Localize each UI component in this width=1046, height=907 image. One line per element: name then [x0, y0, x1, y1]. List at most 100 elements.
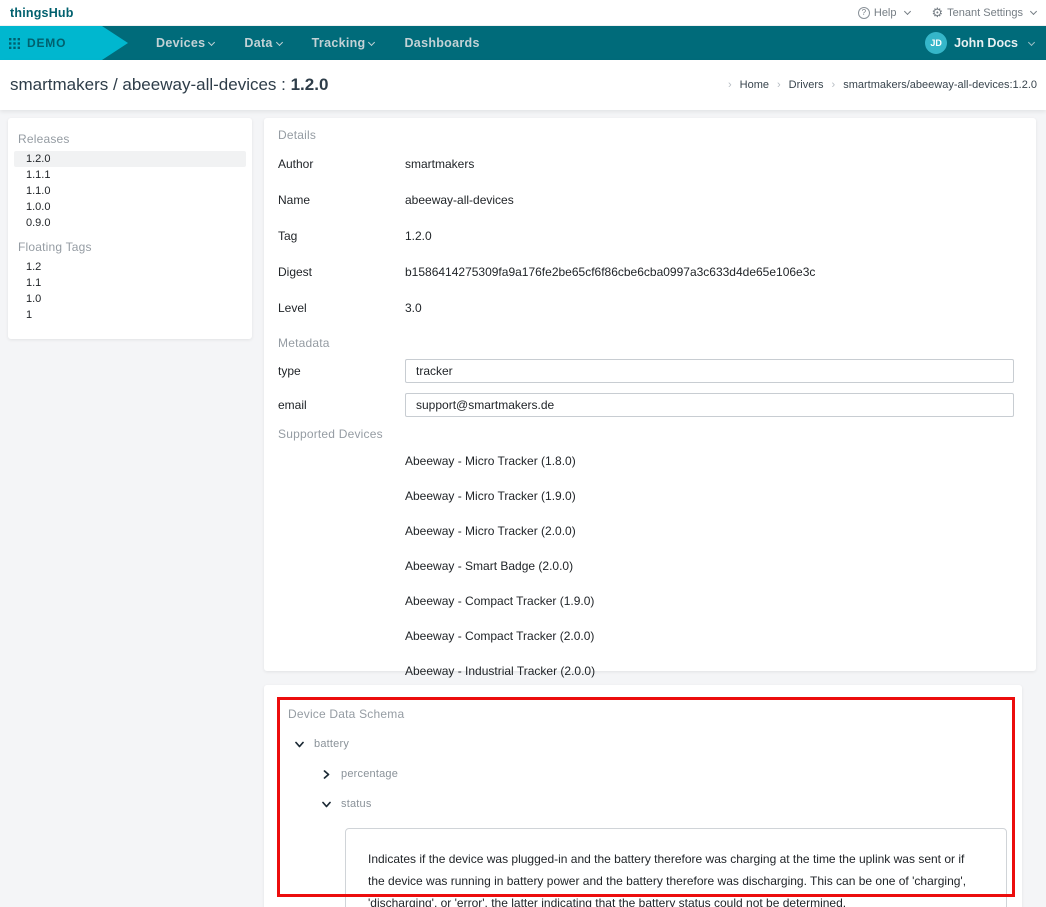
release-item[interactable]: 1.0.0: [14, 199, 246, 215]
details-heading: Details: [278, 128, 1022, 142]
nav-item[interactable]: Data: [244, 36, 281, 50]
chevron-down-icon: [276, 39, 283, 46]
detail-row: Tag 1.2.0: [278, 218, 1022, 254]
metadata-fields: type email: [278, 359, 1022, 417]
avatar: JD: [925, 32, 947, 54]
detail-value: smartmakers: [405, 157, 474, 171]
workspace-switcher[interactable]: DEMO: [0, 26, 128, 60]
help-icon: ?: [858, 7, 870, 19]
nav-item-label: Dashboards: [404, 36, 479, 50]
detail-label: Name: [278, 193, 405, 207]
help-menu[interactable]: ? Help: [858, 7, 910, 19]
metadata-label: type: [278, 364, 405, 378]
detail-value: 1.2.0: [405, 229, 432, 243]
floating-tag-item[interactable]: 1: [14, 307, 246, 323]
supported-device-item: Abeeway - Industrial Tracker (2.0.0): [405, 664, 1022, 678]
schema-tree-node[interactable]: percentage: [322, 768, 998, 780]
supported-device-item: Abeeway - Micro Tracker (2.0.0): [405, 524, 1022, 538]
tree-chevron-icon[interactable]: [322, 800, 331, 809]
tenant-settings-menu[interactable]: ⚙ Tenant Settings: [932, 7, 1037, 19]
workspace-name: DEMO: [27, 36, 66, 50]
tree-chevron-icon[interactable]: [295, 740, 304, 749]
floating-tag-item[interactable]: 1.2: [14, 259, 246, 275]
breadcrumb-item[interactable]: Drivers: [769, 79, 824, 91]
schema-node-label: status: [341, 798, 372, 810]
metadata-row: email: [278, 393, 1022, 417]
nav-item-label: Tracking: [312, 36, 366, 50]
metadata-input[interactable]: [405, 393, 1014, 417]
page-title-version: 1.2.0: [291, 75, 329, 94]
tenant-settings-label: Tenant Settings: [947, 7, 1023, 19]
release-item[interactable]: 1.1.0: [14, 183, 246, 199]
user-name: John Docs: [954, 36, 1018, 50]
main-nav: DEMO Devices Data Tracking Dashboards JD…: [0, 26, 1046, 60]
releases-heading: Releases: [8, 132, 252, 146]
supported-device-item: Abeeway - Smart Badge (2.0.0): [405, 559, 1022, 573]
releases-list: 1.2.0 1.1.1 1.1.0 1.0.0 0.9.0: [8, 151, 252, 231]
schema-tree-node[interactable]: battery: [295, 738, 998, 750]
status-description-box: Indicates if the device was plugged-in a…: [345, 828, 1007, 907]
detail-label: Author: [278, 157, 405, 171]
detail-row: Author smartmakers: [278, 146, 1022, 182]
chevron-down-icon: [1030, 8, 1037, 15]
detail-row: Level 3.0: [278, 290, 1022, 326]
supported-device-item: Abeeway - Micro Tracker (1.9.0): [405, 489, 1022, 503]
release-item[interactable]: 0.9.0: [14, 215, 246, 231]
chevron-down-icon: [1028, 38, 1035, 45]
detail-value: 3.0: [405, 301, 422, 315]
breadcrumb: Home Drivers smartmakers/abeeway-all-dev…: [720, 79, 1037, 91]
user-menu[interactable]: JD John Docs: [925, 32, 1046, 54]
nav-item[interactable]: Dashboards: [404, 36, 479, 50]
detail-row: Digest b1586414275309fa9a176fe2be65cf6f8…: [278, 254, 1022, 290]
release-item[interactable]: 1.2.0: [14, 151, 246, 167]
schema-heading: Device Data Schema: [288, 707, 998, 721]
supported-devices-list: Abeeway - Micro Tracker (1.8.0) Abeeway …: [278, 454, 1022, 678]
device-data-schema-panel: Device Data Schema battery percentage: [264, 685, 1022, 907]
nav-items: Devices Data Tracking Dashboards: [156, 36, 510, 50]
supported-device-item: Abeeway - Micro Tracker (1.8.0): [405, 454, 1022, 468]
supported-device-item: Abeeway - Compact Tracker (2.0.0): [405, 629, 1022, 643]
content-area: Releases 1.2.0 1.1.1 1.1.0 1.0.0 0.9.0 F…: [0, 110, 1046, 907]
metadata-input[interactable]: [405, 359, 1014, 383]
details-panel: Details Author smartmakers Name abeeway-…: [264, 118, 1036, 671]
top-bar: thingsHub ? Help ⚙ Tenant Settings: [0, 0, 1046, 26]
detail-row: Name abeeway-all-devices: [278, 182, 1022, 218]
schema-node-label: battery: [314, 738, 349, 750]
nav-item[interactable]: Tracking: [312, 36, 375, 50]
detail-label: Digest: [278, 265, 405, 279]
breadcrumb-item[interactable]: smartmakers/abeeway-all-devices:1.2.0: [824, 79, 1037, 91]
supported-device-item: Abeeway - Compact Tracker (1.9.0): [405, 594, 1022, 608]
chevron-down-icon: [208, 39, 215, 46]
detail-label: Level: [278, 301, 405, 315]
release-item[interactable]: 1.1.1: [14, 167, 246, 183]
floating-tags-heading: Floating Tags: [8, 240, 252, 254]
floating-tags-list: 1.2 1.1 1.0 1: [8, 259, 252, 323]
floating-tag-item[interactable]: 1.0: [14, 291, 246, 307]
page-title: smartmakers / abeeway-all-devices : 1.2.…: [10, 75, 328, 95]
floating-tag-item[interactable]: 1.1: [14, 275, 246, 291]
metadata-heading: Metadata: [278, 336, 1022, 350]
details-fields: Author smartmakers Name abeeway-all-devi…: [278, 146, 1022, 326]
metadata-label: email: [278, 398, 405, 412]
nav-item[interactable]: Devices: [156, 36, 214, 50]
app-logo: thingsHub: [10, 6, 74, 20]
page-title-prefix: smartmakers / abeeway-all-devices :: [10, 75, 291, 94]
detail-label: Tag: [278, 229, 405, 243]
breadcrumb-item[interactable]: Home: [720, 79, 769, 91]
detail-value: b1586414275309fa9a176fe2be65cf6f86cbe6cb…: [405, 265, 815, 279]
page-header: smartmakers / abeeway-all-devices : 1.2.…: [0, 60, 1046, 110]
schema-node-label: percentage: [341, 768, 398, 780]
nav-item-label: Data: [244, 36, 272, 50]
detail-value: abeeway-all-devices: [405, 193, 514, 207]
releases-panel: Releases 1.2.0 1.1.1 1.1.0 1.0.0 0.9.0 F…: [8, 118, 252, 339]
supported-devices-heading: Supported Devices: [278, 427, 1022, 441]
topbar-menus: ? Help ⚙ Tenant Settings: [858, 7, 1036, 19]
schema-tree-node[interactable]: status: [322, 798, 998, 810]
chevron-down-icon: [368, 39, 375, 46]
nav-item-label: Devices: [156, 36, 205, 50]
grid-icon: [9, 38, 20, 49]
schema-tree: battery percentage status: [288, 738, 998, 810]
tree-chevron-icon[interactable]: [322, 770, 331, 779]
chevron-down-icon: [903, 8, 910, 15]
gear-icon: ⚙: [932, 7, 944, 19]
